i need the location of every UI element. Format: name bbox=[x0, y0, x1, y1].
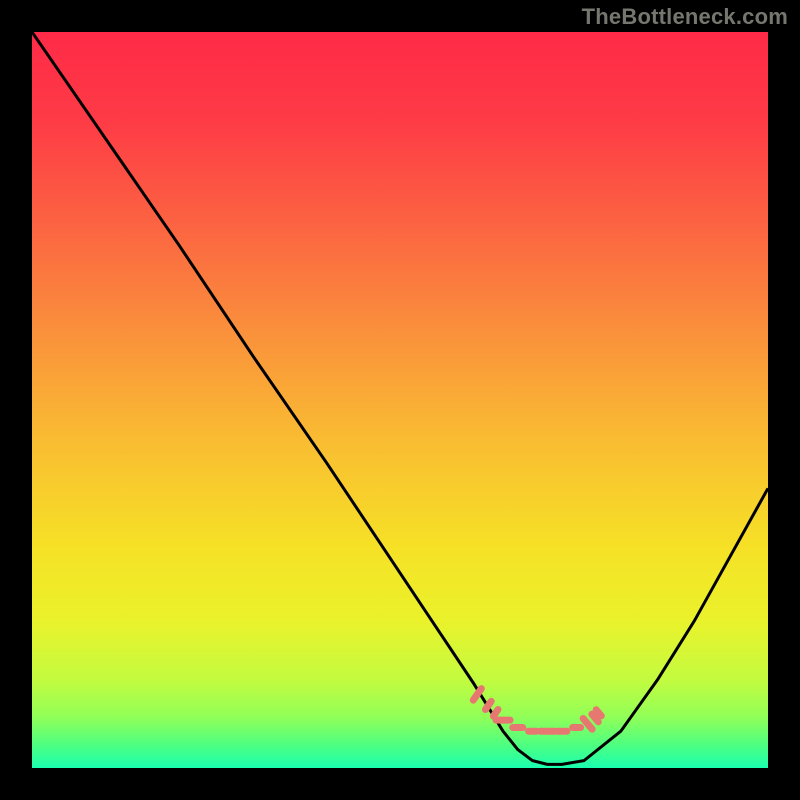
dash-segment bbox=[596, 710, 601, 716]
chart-svg bbox=[32, 32, 768, 768]
watermark-text: TheBottleneck.com bbox=[582, 4, 788, 30]
gradient-background bbox=[32, 32, 768, 768]
dash-segment bbox=[493, 710, 498, 717]
chart-frame: TheBottleneck.com bbox=[0, 0, 800, 800]
plot-area bbox=[32, 32, 768, 768]
dash-segment bbox=[485, 701, 491, 709]
